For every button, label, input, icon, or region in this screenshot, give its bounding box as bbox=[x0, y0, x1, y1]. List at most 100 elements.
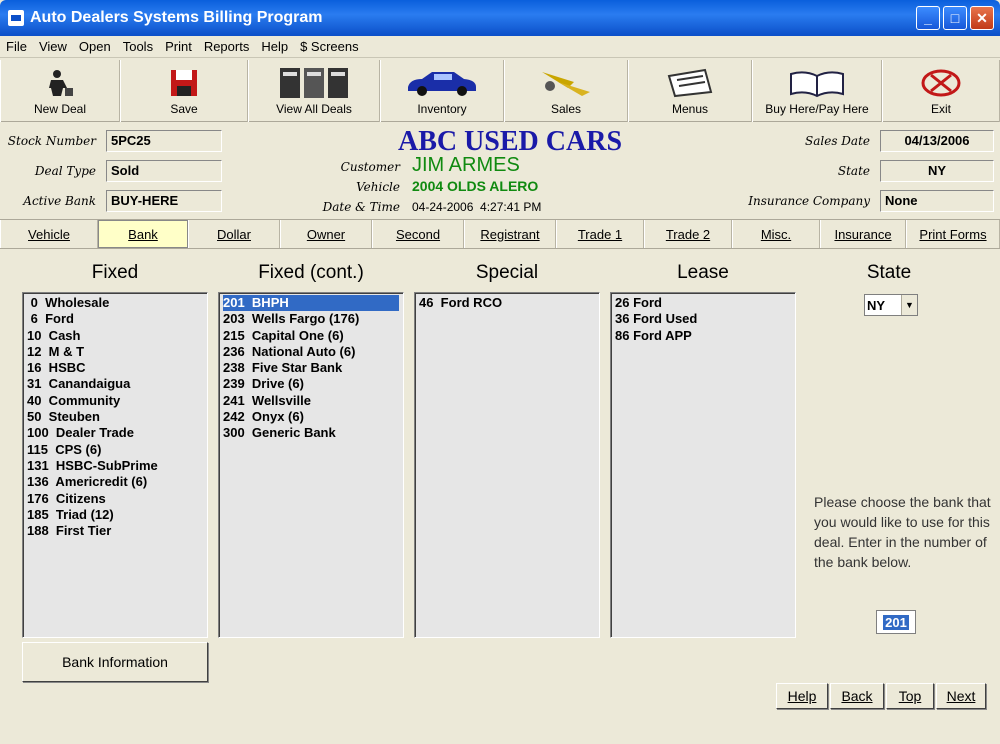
list-item[interactable]: 201 BHPH bbox=[223, 295, 399, 312]
list-item[interactable]: 26 Ford bbox=[615, 295, 791, 311]
tab-trade-1[interactable]: Trade 1 bbox=[556, 220, 644, 248]
list-item[interactable]: 136 Americredit (6) bbox=[27, 474, 203, 490]
list-item[interactable]: 300 Generic Bank bbox=[223, 425, 399, 441]
list-item[interactable]: 46 Ford RCO bbox=[419, 295, 595, 311]
customer-label: Customer bbox=[340, 160, 400, 174]
new-deal-button[interactable]: New Deal bbox=[0, 60, 120, 122]
tab-owner[interactable]: Owner bbox=[280, 220, 372, 248]
title-bar: Auto Dealers Systems Billing Program _ □… bbox=[0, 0, 1000, 36]
chevron-down-icon[interactable]: ▼ bbox=[901, 295, 917, 315]
list-item[interactable]: 215 Capital One (6) bbox=[223, 328, 399, 344]
list-item[interactable]: 239 Drive (6) bbox=[223, 376, 399, 392]
buy-here-pay-here-button[interactable]: Buy Here/Pay Here bbox=[752, 60, 882, 122]
new-deal-icon bbox=[45, 68, 75, 98]
book-icon bbox=[787, 68, 847, 98]
menu-reports[interactable]: Reports bbox=[204, 39, 250, 54]
list-item[interactable]: 242 Onyx (6) bbox=[223, 409, 399, 425]
list-item[interactable]: 203 Wells Fargo (176) bbox=[223, 311, 399, 327]
datetime-value: 04-24-2006 4:27:41 PM bbox=[412, 200, 542, 214]
state-dropdown[interactable]: NY ▼ bbox=[864, 294, 918, 316]
list-item[interactable]: 188 First Tier bbox=[27, 523, 203, 539]
fixed-cont-bank-list[interactable]: 201 BHPH 203 Wells Fargo (176) 215 Capital… bbox=[218, 292, 404, 638]
top-button[interactable]: Top bbox=[886, 683, 934, 709]
list-item[interactable]: 131 HSBC-SubPrime bbox=[27, 458, 203, 474]
insurance-company-label: Insurance Company bbox=[748, 194, 870, 208]
menu-view[interactable]: View bbox=[39, 39, 67, 54]
app-icon bbox=[8, 10, 24, 26]
list-item[interactable]: 10 Cash bbox=[27, 328, 203, 344]
deal-type-label: Deal Type bbox=[34, 164, 96, 178]
help-button[interactable]: Help bbox=[776, 683, 828, 709]
state-dropdown-value: NY bbox=[867, 297, 886, 313]
toolbar: New Deal Save View All Deals Inventory S… bbox=[0, 60, 1000, 122]
maximize-button[interactable]: □ bbox=[943, 6, 967, 30]
list-item[interactable]: 86 Ford APP bbox=[615, 328, 791, 344]
list-item[interactable]: 241 Wellsville bbox=[223, 393, 399, 409]
next-button[interactable]: Next bbox=[936, 683, 986, 709]
bank-information-button[interactable]: Bank Information bbox=[22, 642, 208, 682]
fixed-cont-heading: Fixed (cont.) bbox=[258, 262, 364, 283]
tab-vehicle[interactable]: Vehicle bbox=[0, 220, 98, 248]
tab-dollar[interactable]: Dollar bbox=[188, 220, 280, 248]
stock-number-field[interactable]: 5PC25 bbox=[106, 130, 222, 152]
sales-date-field[interactable]: 04/13/2006 bbox=[880, 130, 994, 152]
lease-heading: Lease bbox=[677, 262, 729, 283]
menu-file[interactable]: File bbox=[6, 39, 27, 54]
save-button[interactable]: Save bbox=[120, 60, 248, 122]
menu-screens[interactable]: $ Screens bbox=[300, 39, 359, 54]
menus-button[interactable]: Menus bbox=[628, 60, 752, 122]
customer-value: JIM ARMES bbox=[412, 154, 520, 176]
vehicle-value: 2004 OLDS ALERO bbox=[412, 178, 539, 194]
list-item[interactable]: 6 Ford bbox=[27, 311, 203, 327]
vehicle-label: Vehicle bbox=[356, 180, 400, 194]
list-item[interactable]: 50 Steuben bbox=[27, 409, 203, 425]
list-item[interactable]: 238 Five Star Bank bbox=[223, 360, 399, 376]
exit-button[interactable]: Exit bbox=[882, 60, 1000, 122]
tab-bar: Vehicle Bank Dollar Owner Second Registr… bbox=[0, 219, 1000, 249]
list-item[interactable]: 31 Canandaigua bbox=[27, 376, 203, 392]
tab-bank[interactable]: Bank bbox=[98, 220, 188, 248]
car-icon bbox=[404, 68, 480, 98]
list-item[interactable]: 12 M & T bbox=[27, 344, 203, 360]
exit-icon bbox=[921, 68, 961, 98]
menu-open[interactable]: Open bbox=[79, 39, 111, 54]
list-item[interactable]: 36 Ford Used bbox=[615, 311, 791, 327]
list-item[interactable]: 40 Community bbox=[27, 393, 203, 409]
menu-print[interactable]: Print bbox=[165, 39, 192, 54]
sales-date-label: Sales Date bbox=[805, 134, 870, 148]
list-item[interactable]: 16 HSBC bbox=[27, 360, 203, 376]
list-item[interactable]: 185 Triad (12) bbox=[27, 507, 203, 523]
inventory-button[interactable]: Inventory bbox=[380, 60, 504, 122]
tab-insurance[interactable]: Insurance bbox=[820, 220, 906, 248]
special-heading: Special bbox=[475, 262, 539, 283]
list-item[interactable]: 115 CPS (6) bbox=[27, 442, 203, 458]
view-all-deals-button[interactable]: View All Deals bbox=[248, 60, 380, 122]
list-item[interactable]: 176 Citizens bbox=[27, 491, 203, 507]
list-item[interactable]: 236 National Auto (6) bbox=[223, 344, 399, 360]
list-item[interactable]: 0 Wholesale bbox=[27, 295, 203, 311]
minimize-button[interactable]: _ bbox=[916, 6, 940, 30]
state-field[interactable]: NY bbox=[880, 160, 994, 182]
window-title: Auto Dealers Systems Billing Program bbox=[30, 9, 323, 26]
view-all-deals-icon bbox=[279, 68, 349, 98]
close-button[interactable]: ✕ bbox=[970, 6, 994, 30]
active-bank-field[interactable]: BUY-HERE bbox=[106, 190, 222, 212]
deal-type-field[interactable]: Sold bbox=[106, 160, 222, 182]
deal-header: Stock Number 5PC25 Deal Type Sold Active… bbox=[0, 124, 1000, 218]
tab-trade-2[interactable]: Trade 2 bbox=[644, 220, 732, 248]
menu-tools[interactable]: Tools bbox=[123, 39, 153, 54]
back-button[interactable]: Back bbox=[830, 683, 884, 709]
insurance-company-field[interactable]: None bbox=[880, 190, 994, 212]
instructions-text: Please choose the bank that you would li… bbox=[814, 494, 991, 570]
bank-number-input[interactable]: 201 bbox=[876, 610, 916, 634]
lease-bank-list[interactable]: 26 Ford 36 Ford Used 86 Ford APP bbox=[610, 292, 796, 638]
sales-button[interactable]: Sales bbox=[504, 60, 628, 122]
tab-second[interactable]: Second bbox=[372, 220, 464, 248]
tab-registrant[interactable]: Registrant bbox=[464, 220, 556, 248]
menu-help[interactable]: Help bbox=[261, 39, 288, 54]
list-item[interactable]: 100 Dealer Trade bbox=[27, 425, 203, 441]
fixed-bank-list[interactable]: 0 Wholesale 6 Ford 10 Cash 12 M & T 16 HSBC… bbox=[22, 292, 208, 638]
tab-misc[interactable]: Misc. bbox=[732, 220, 820, 248]
special-bank-list[interactable]: 46 Ford RCO bbox=[414, 292, 600, 638]
tab-print-forms[interactable]: Print Forms bbox=[906, 220, 1000, 248]
